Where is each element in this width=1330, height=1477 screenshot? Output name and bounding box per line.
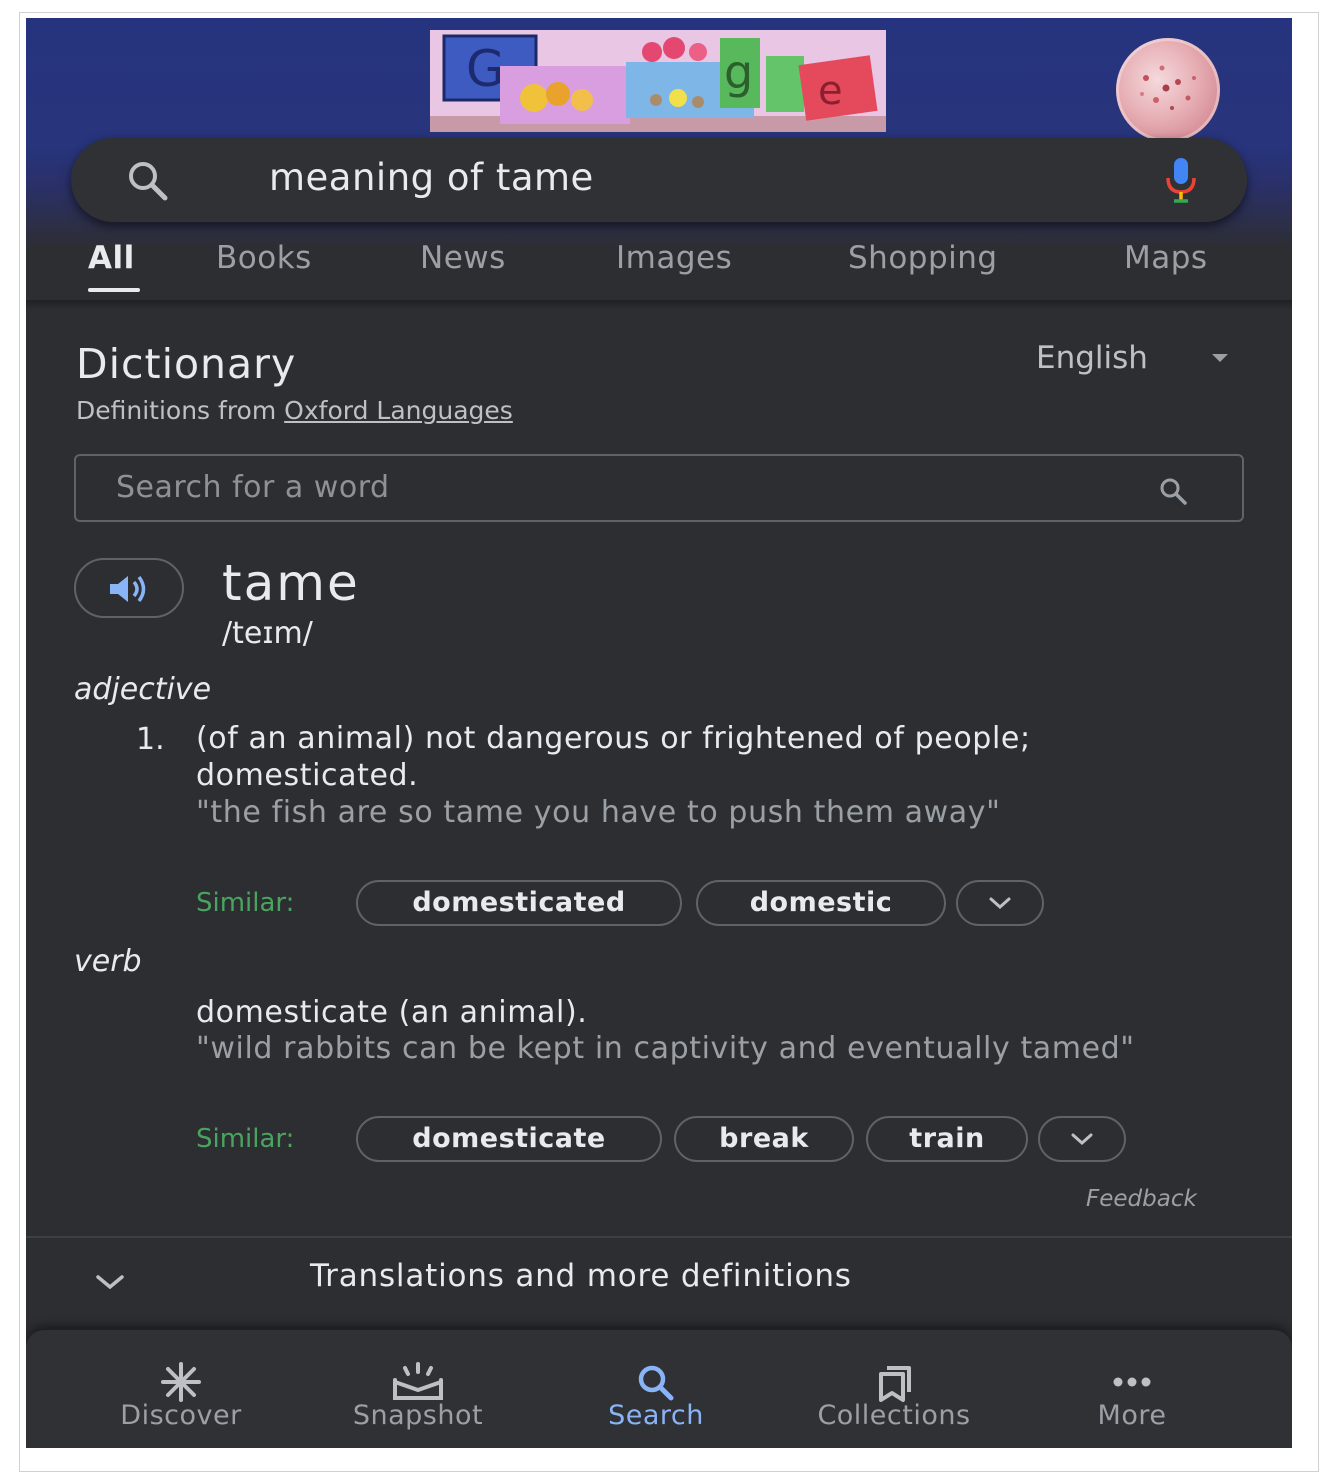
search-query-input[interactable]: meaning of tame xyxy=(269,156,594,199)
similar-chip-break[interactable]: break xyxy=(674,1116,854,1162)
adjective-definition: (of an animal) not dangerous or frighten… xyxy=(196,721,1031,793)
chevron-down-icon xyxy=(96,1275,124,1290)
adjective-example: "the fish are so tame you have to push t… xyxy=(196,795,1001,830)
snapshot-icon xyxy=(393,1362,443,1400)
feedback-link[interactable]: Feedback xyxy=(1086,1186,1197,1212)
nav-label-more: More xyxy=(1097,1400,1167,1431)
tab-books[interactable]: Books xyxy=(216,240,312,276)
source-prefix: Definitions from xyxy=(76,396,277,425)
chevron-down-icon xyxy=(989,897,1011,910)
similar-label: Similar: xyxy=(196,888,295,918)
nav-search[interactable]: Search xyxy=(536,1330,776,1448)
search-header: G g e meaning of tame All Books News Ima… xyxy=(26,18,1292,308)
word-search-field[interactable]: Search for a word xyxy=(74,454,1244,522)
part-of-speech-verb: verb xyxy=(74,944,142,979)
svg-text:G: G xyxy=(466,40,505,98)
dictionary-source: Definitions from Oxford Languages xyxy=(76,396,513,425)
microphone-icon[interactable] xyxy=(1161,154,1201,206)
google-doodle-logo[interactable]: G g e xyxy=(430,30,886,132)
speaker-icon xyxy=(110,575,146,603)
similar-label: Similar: xyxy=(196,1124,295,1154)
asterisk-icon xyxy=(161,1362,201,1402)
tab-all[interactable]: All xyxy=(88,240,135,276)
similar-chip-train[interactable]: train xyxy=(866,1116,1028,1162)
nav-label-collections: Collections xyxy=(817,1400,971,1431)
more-dots-icon xyxy=(1113,1377,1151,1387)
oxford-languages-link[interactable]: Oxford Languages xyxy=(284,396,513,425)
caret-down-icon[interactable] xyxy=(1212,354,1228,362)
nav-more[interactable]: More xyxy=(1012,1330,1252,1448)
similar-chip-domesticate[interactable]: domesticate xyxy=(356,1116,662,1162)
part-of-speech-adjective: adjective xyxy=(74,672,212,707)
expand-similar-button[interactable] xyxy=(956,880,1044,926)
phone-screen: G g e meaning of tame All Books News Ima… xyxy=(26,18,1292,1448)
nav-label-snapshot: Snapshot xyxy=(352,1400,484,1431)
search-icon[interactable] xyxy=(1156,474,1190,508)
headword: tame xyxy=(222,554,360,612)
collections-icon xyxy=(879,1366,911,1402)
tab-maps[interactable]: Maps xyxy=(1124,240,1208,276)
bottom-navigation: Discover Snapshot Search Collections Mor… xyxy=(26,1330,1292,1448)
expand-similar-button[interactable] xyxy=(1038,1116,1126,1162)
section-divider xyxy=(26,1236,1292,1238)
dictionary-title: Dictionary xyxy=(76,340,297,388)
search-bar[interactable]: meaning of tame xyxy=(71,138,1247,222)
language-select[interactable]: English xyxy=(1036,340,1148,376)
verb-example: "wild rabbits can be kept in captivity a… xyxy=(196,1031,1135,1066)
tabs-divider xyxy=(26,300,1292,310)
word-search-placeholder[interactable]: Search for a word xyxy=(116,470,390,505)
chevron-down-icon xyxy=(1071,1133,1093,1146)
verb-definition: domesticate (an animal). xyxy=(196,995,588,1030)
svg-text:g: g xyxy=(724,45,753,99)
similar-chip-domestic[interactable]: domestic xyxy=(696,880,946,926)
nav-snapshot[interactable]: Snapshot xyxy=(298,1330,538,1448)
translations-more-definitions-label: Translations and more definitions xyxy=(310,1258,852,1294)
active-tab-indicator xyxy=(88,288,140,292)
nav-collections[interactable]: Collections xyxy=(774,1330,1014,1448)
nav-discover[interactable]: Discover xyxy=(61,1330,301,1448)
tab-shopping[interactable]: Shopping xyxy=(848,240,998,276)
pronunciation-audio-button[interactable] xyxy=(74,558,184,618)
similar-chip-domesticated[interactable]: domesticated xyxy=(356,880,682,926)
tab-images[interactable]: Images xyxy=(616,240,732,276)
nav-label-search: Search xyxy=(608,1400,704,1431)
sense-number: 1. xyxy=(136,722,165,757)
translations-more-definitions-button[interactable]: Translations and more definitions xyxy=(26,1240,1292,1324)
svg-text:e: e xyxy=(818,68,843,114)
search-icon xyxy=(638,1365,674,1401)
nav-label-discover: Discover xyxy=(120,1400,242,1431)
tab-news[interactable]: News xyxy=(420,240,506,276)
search-tabs: All Books News Images Shopping Maps xyxy=(26,240,1292,300)
phonetic-spelling: /teɪm/ xyxy=(222,616,313,651)
account-avatar[interactable] xyxy=(1116,38,1220,142)
search-icon xyxy=(129,162,168,201)
